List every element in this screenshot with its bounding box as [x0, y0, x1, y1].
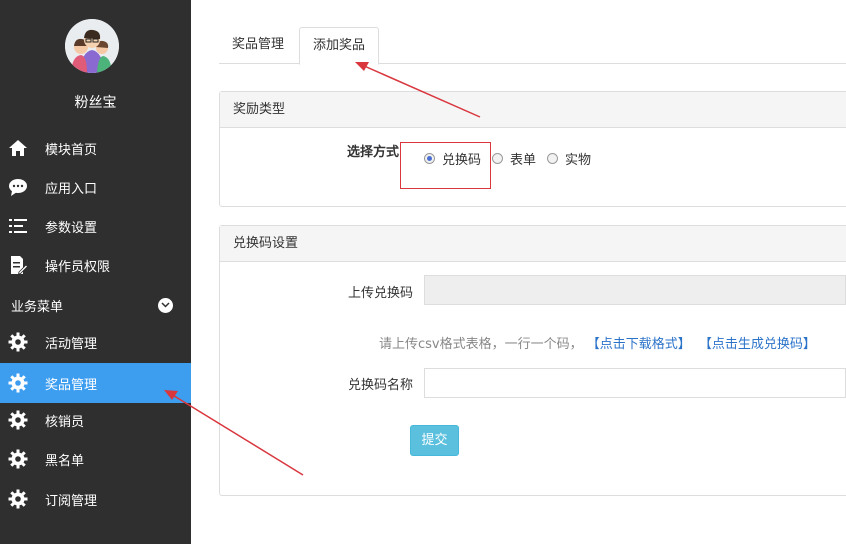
brand-name: 粉丝宝: [74, 95, 117, 111]
edit-document-icon: [8, 255, 28, 275]
sidebar-item-prize-management[interactable]: 奖品管理: [0, 363, 191, 403]
sidebar-item-subscription-management[interactable]: 订阅管理: [0, 479, 191, 519]
sidebar-item-label: 操作员权限: [45, 259, 111, 275]
gear-icon: [8, 373, 28, 393]
radio-label: 实物: [565, 153, 592, 168]
home-icon: [8, 138, 28, 158]
code-name-label: 兑换码名称: [348, 378, 414, 393]
sidebar-item-app-entry[interactable]: 应用入口: [0, 167, 191, 207]
tab-bar: 奖品管理 添加奖品: [219, 27, 846, 65]
sidebar-item-params[interactable]: 参数设置: [0, 206, 191, 246]
gear-icon: [8, 489, 28, 509]
upload-code-input[interactable]: [424, 275, 846, 305]
sidebar-item-label: 订阅管理: [45, 493, 98, 509]
sidebar-item-operator-permissions[interactable]: 操作员权限: [0, 245, 191, 285]
sidebar-item-verifier[interactable]: 核销员: [0, 400, 191, 440]
radio-button[interactable]: [492, 153, 504, 164]
list-settings-icon: [8, 216, 28, 236]
upload-code-label: 上传兑换码: [348, 286, 414, 301]
section-header-label: 业务菜单: [11, 299, 64, 315]
radio-button[interactable]: [547, 153, 559, 164]
sidebar-item-blacklist[interactable]: 黑名单: [0, 439, 191, 479]
generate-code-link[interactable]: 【点击生成兑换码】: [699, 337, 816, 352]
app-root: 粉丝宝 模块首页 应用入口 参数设置 操作员权限 业务菜单 活动管理 奖品管理 …: [0, 0, 846, 544]
chat-bubble-icon: [8, 177, 28, 197]
download-format-link[interactable]: 【点击下载格式】: [587, 337, 691, 352]
sidebar-item-activity-management[interactable]: 活动管理: [0, 322, 191, 362]
submit-button[interactable]: 提交: [410, 425, 459, 456]
avatar: [65, 19, 119, 73]
annotation-highlight-box: [400, 142, 491, 189]
sidebar-item-label: 参数设置: [45, 220, 98, 236]
sidebar-item-label: 核销员: [45, 414, 85, 430]
code-name-input[interactable]: [424, 368, 846, 398]
tab-add-prize[interactable]: 添加奖品: [299, 27, 380, 65]
panel-title: 兑换码设置: [220, 226, 846, 262]
radio-label: 表单: [510, 153, 537, 168]
gear-icon: [8, 332, 28, 352]
sidebar: 粉丝宝 模块首页 应用入口 参数设置 操作员权限 业务菜单 活动管理 奖品管理 …: [0, 0, 191, 544]
upload-hint: 请上传csv格式表格，一行一个码， 【点击下载格式】 【点击生成兑换码】: [379, 333, 816, 352]
panel-title: 奖励类型: [220, 92, 846, 128]
radio-option-physical[interactable]: 实物: [547, 149, 591, 168]
tab-prize-management[interactable]: 奖品管理: [219, 27, 297, 64]
sidebar-item-home[interactable]: 模块首页: [0, 128, 191, 168]
select-method-label: 选择方式: [347, 145, 400, 160]
gear-icon: [8, 410, 28, 430]
radio-option-form[interactable]: 表单: [492, 149, 536, 168]
sidebar-item-label: 应用入口: [45, 181, 98, 197]
hint-text: 请上传csv格式表格，一行一个码，: [379, 337, 583, 352]
business-menu-header[interactable]: 业务菜单: [0, 286, 191, 324]
sidebar-item-label: 黑名单: [45, 453, 85, 469]
chevron-down-icon: [158, 297, 173, 313]
sidebar-item-label: 活动管理: [45, 336, 98, 352]
sidebar-item-label: 奖品管理: [45, 377, 98, 393]
code-settings-panel: 兑换码设置: [219, 225, 846, 496]
gear-icon: [8, 449, 28, 469]
sidebar-item-label: 模块首页: [45, 142, 98, 158]
